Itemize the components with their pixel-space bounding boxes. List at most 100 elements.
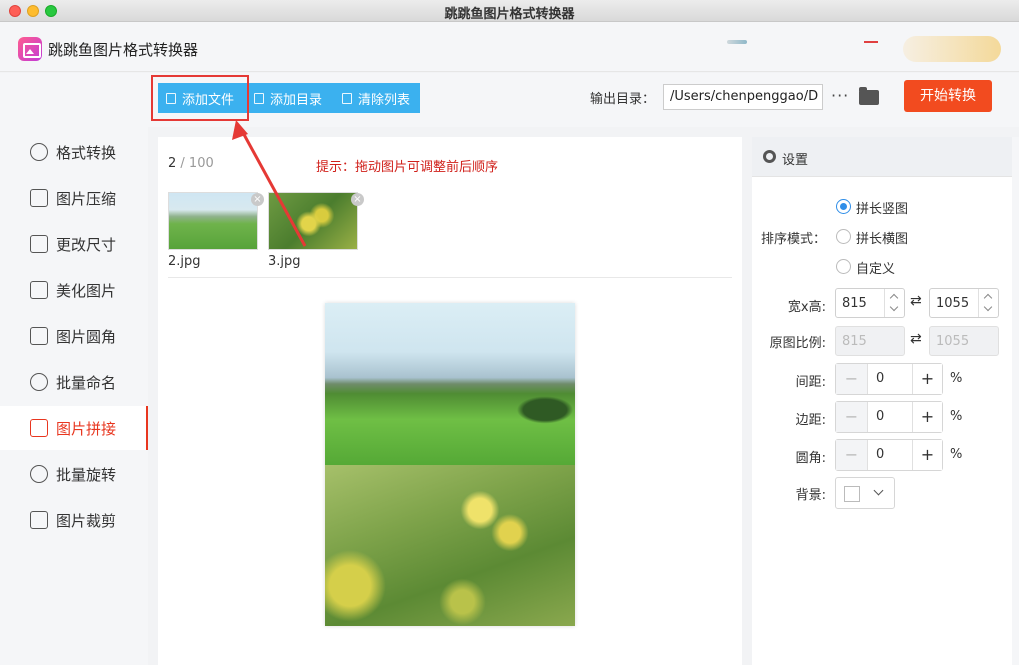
radius-label: 圆角: (795, 451, 826, 466)
plus-button[interactable]: + (912, 440, 942, 470)
remove-icon[interactable]: × (251, 193, 264, 206)
percent-unit: % (950, 409, 963, 424)
preview-image (325, 465, 575, 626)
width-value: 815 (842, 296, 867, 311)
trash-icon (342, 92, 352, 104)
sort-option-label: 拼长竖图 (856, 202, 909, 217)
margin-value[interactable]: 0 (876, 409, 884, 424)
sidebar-item-label: 更改尺寸 (56, 235, 117, 254)
sidebar-item-label: 批量命名 (56, 373, 117, 392)
folder-icon[interactable] (859, 87, 879, 105)
file-count: 2 / 100 (168, 156, 214, 171)
percent-unit: % (950, 371, 963, 386)
add-directory-button[interactable]: 添加目录 (246, 83, 334, 113)
stitch-preview (325, 303, 575, 626)
gear-icon (763, 150, 776, 163)
add-directory-label: 添加目录 (270, 92, 323, 108)
height-value: 1055 (936, 296, 970, 311)
sidebar-item-compress[interactable]: 图片压缩 (0, 176, 148, 220)
size-label: 宽x高: (787, 300, 826, 315)
ratio-height-value: 1055 (936, 334, 970, 349)
clear-list-button[interactable]: 清除列表 (334, 83, 420, 113)
spacing-label: 间距: (795, 375, 826, 390)
percent-unit: % (950, 447, 963, 462)
radius-value[interactable]: 0 (876, 447, 884, 462)
plus-button[interactable]: + (912, 364, 942, 394)
compress-icon (30, 189, 48, 207)
minus-button[interactable]: − (836, 440, 868, 470)
swap-icon: ⇄ (910, 331, 922, 347)
file-count-total: / 100 (176, 156, 214, 171)
rotate-icon (30, 465, 48, 483)
window-title: 跳跳鱼图片格式转换器 (444, 7, 575, 22)
margin-stepper[interactable]: − 0 + (835, 401, 943, 433)
sidebar-item-format-convert[interactable]: 格式转换 (0, 130, 148, 174)
stepper-arrows-icon[interactable] (884, 289, 904, 317)
drag-tip: 提示：拖动图片可调整前后顺序 (316, 160, 499, 175)
settings-title: 设置 (782, 153, 809, 168)
file-name: 3.jpg (268, 254, 301, 269)
remove-icon[interactable]: × (351, 193, 364, 206)
sidebar-item-label: 图片裁剪 (56, 511, 117, 530)
rename-icon (30, 373, 48, 391)
thumbnail-image[interactable] (268, 192, 358, 250)
ratio-label: 原图比例: (769, 336, 826, 351)
sidebar-item-label: 批量旋转 (56, 465, 117, 484)
toolbar: 添加文件 添加目录 清除列表 (148, 73, 1019, 127)
app-title: 跳跳鱼图片格式转换器 (48, 41, 199, 59)
sidebar-item-stitch[interactable]: 图片拼接 (0, 406, 148, 450)
color-swatch (844, 486, 860, 502)
sidebar-item-label: 美化图片 (56, 281, 117, 300)
spacing-stepper[interactable]: − 0 + (835, 363, 943, 395)
sidebar-item-label: 图片拼接 (56, 419, 117, 438)
stepper-arrows-icon[interactable] (978, 289, 998, 317)
radius-stepper[interactable]: − 0 + (835, 439, 943, 471)
app-header: 跳跳鱼图片格式转换器 (0, 22, 1019, 72)
sort-option-label: 拼长横图 (856, 232, 909, 247)
stitch-icon (30, 419, 48, 437)
start-convert-button[interactable]: 开始转换 (904, 80, 992, 112)
spacing-value[interactable]: 0 (876, 371, 884, 386)
preview-image (325, 303, 575, 465)
ratio-height-input: 1055 (929, 326, 999, 356)
margin-label: 边距: (795, 413, 826, 428)
folder-outline-icon (254, 92, 264, 104)
crop-icon (30, 511, 48, 529)
output-dir-label: 输出目录： (590, 92, 656, 107)
minus-button[interactable]: − (836, 364, 868, 394)
sort-mode-label: 排序模式： (760, 232, 826, 247)
header-account-pill[interactable] (903, 36, 1001, 62)
scrollbar[interactable] (1012, 137, 1019, 665)
swap-icon[interactable]: ⇄ (910, 293, 922, 309)
thumbnail-image[interactable] (168, 192, 258, 250)
height-input[interactable]: 1055 (929, 288, 999, 318)
divider (168, 277, 732, 278)
app-logo-icon (18, 37, 42, 61)
window-titlebar: 跳跳鱼图片格式转换器 (0, 0, 1019, 22)
sidebar-item-rotate[interactable]: 批量旋转 (0, 452, 148, 496)
resize-icon (30, 235, 48, 253)
sidebar-item-label: 图片圆角 (56, 327, 117, 346)
header-menu-icon[interactable] (864, 41, 878, 43)
sidebar-item-crop[interactable]: 图片裁剪 (0, 498, 148, 542)
sidebar-item-round-corner[interactable]: 图片圆角 (0, 314, 148, 358)
output-dir-input[interactable]: /Users/chenpenggao/D (663, 84, 823, 110)
sidebar-item-label: 格式转换 (56, 143, 117, 162)
more-options-icon[interactable]: ··· (831, 86, 849, 105)
minus-button[interactable]: − (836, 402, 868, 432)
sidebar-item-resize[interactable]: 更改尺寸 (0, 222, 148, 266)
sort-horizontal-radio[interactable] (836, 229, 851, 244)
highlight-box (151, 75, 249, 121)
sidebar-item-beautify[interactable]: 美化图片 (0, 268, 148, 312)
beautify-icon (30, 281, 48, 299)
plus-button[interactable]: + (912, 402, 942, 432)
sidebar-item-rename[interactable]: 批量命名 (0, 360, 148, 404)
ratio-width-input: 815 (835, 326, 905, 356)
sidebar-item-label: 图片压缩 (56, 189, 117, 208)
sort-vertical-radio[interactable] (836, 199, 851, 214)
round-corner-icon (30, 327, 48, 345)
width-input[interactable]: 815 (835, 288, 905, 318)
sort-custom-radio[interactable] (836, 259, 851, 274)
background-color-picker[interactable] (835, 477, 895, 509)
chevron-down-icon (873, 485, 884, 496)
